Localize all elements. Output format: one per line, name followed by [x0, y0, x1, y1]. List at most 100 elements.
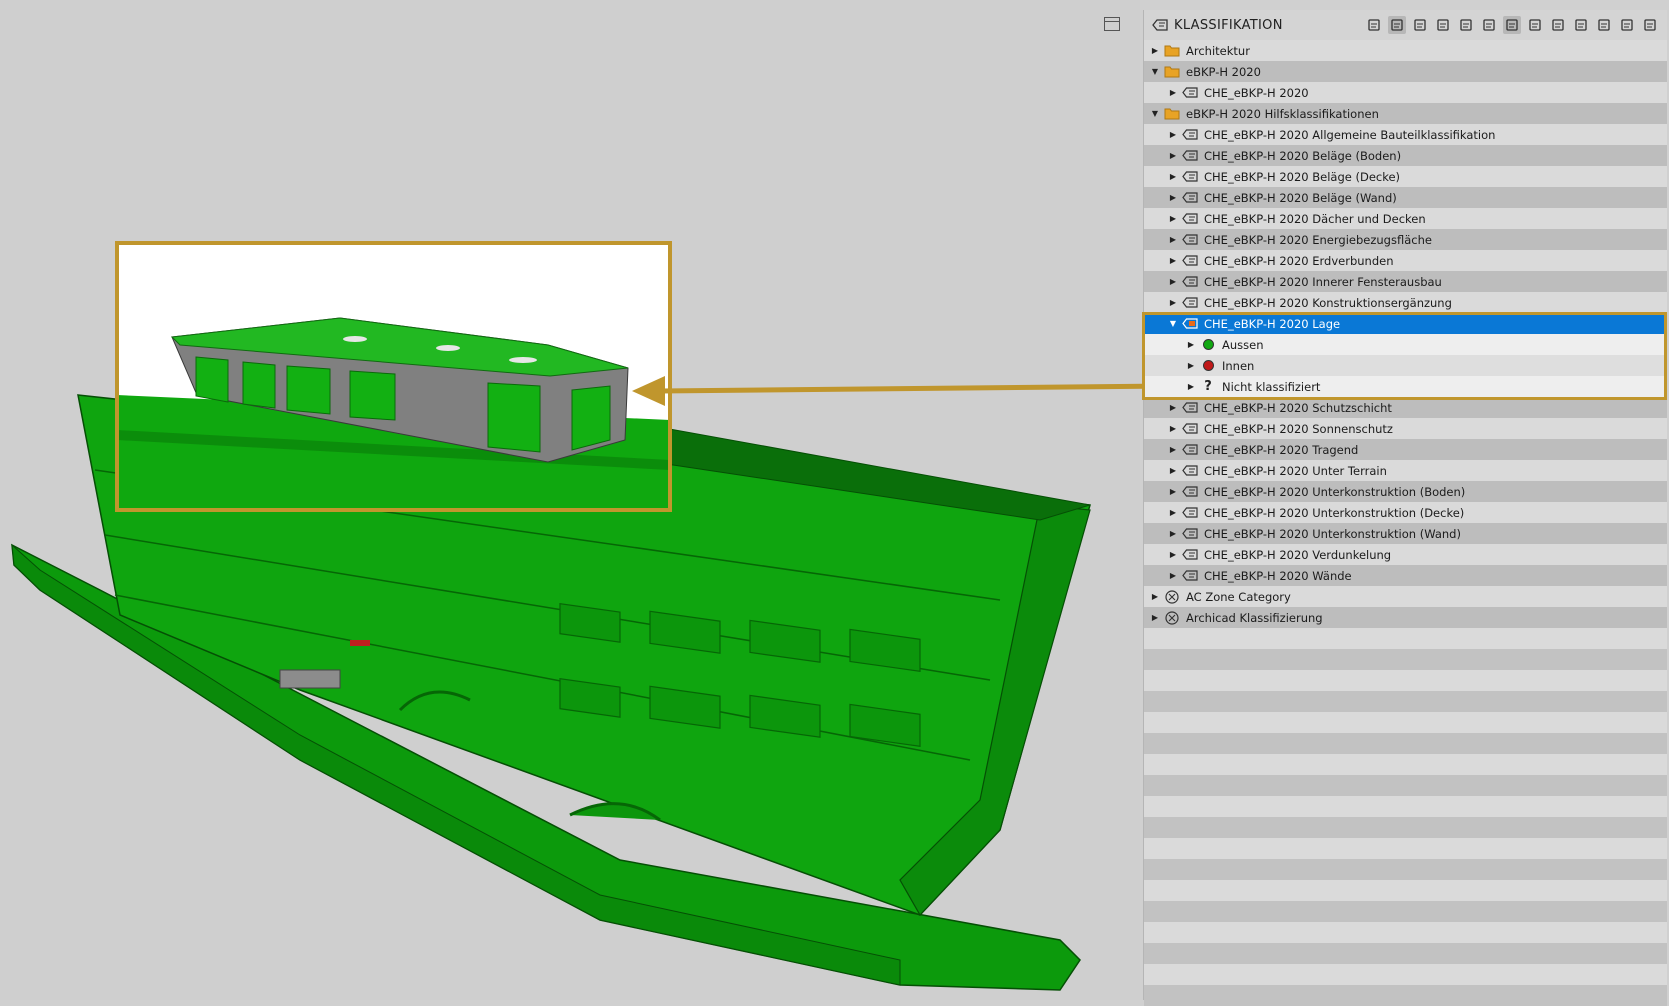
- expand-caret-icon[interactable]: ▶: [1168, 277, 1178, 286]
- classification-icon: [1182, 233, 1198, 247]
- tree-item[interactable]: ▶ CHE_eBKP-H 2020 Schutzschicht: [1144, 397, 1667, 418]
- tree-item[interactable]: ▶ CHE_eBKP-H 2020 Beläge (Decke): [1144, 166, 1667, 187]
- panel-header: KLASSIFIKATION: [1144, 10, 1667, 40]
- hierarchy-icon[interactable]: [1365, 16, 1383, 34]
- tree-item[interactable]: ▶ CHE_eBKP-H 2020 Unterkonstruktion (Wand…: [1144, 523, 1667, 544]
- view-toggle-icon[interactable]: [1104, 17, 1120, 31]
- tree-item[interactable]: ▶ CHE_eBKP-H 2020 Energiebezugsfläche: [1144, 229, 1667, 250]
- expand-caret-icon[interactable]: ▶: [1168, 214, 1178, 223]
- classification-icon: [1182, 422, 1198, 436]
- tree-item[interactable]: ▶ CHE_eBKP-H 2020 Konstruktionsergänzung: [1144, 292, 1667, 313]
- tree-item[interactable]: ▶? Nicht klassifiziert: [1144, 376, 1667, 397]
- collapse-caret-icon[interactable]: ▼: [1150, 109, 1160, 118]
- expand-caret-icon[interactable]: ▶: [1168, 571, 1178, 580]
- collapse-caret-icon[interactable]: ▼: [1150, 67, 1160, 76]
- collapse-caret-icon[interactable]: ▼: [1168, 319, 1178, 328]
- tree-item-label: CHE_eBKP-H 2020 Lage: [1204, 316, 1341, 331]
- 3d-viewport[interactable]: [0, 0, 1140, 1000]
- expand-caret-icon[interactable]: ▶: [1168, 298, 1178, 307]
- tree-item[interactable]: ▶ CHE_eBKP-H 2020 Erdverbunden: [1144, 250, 1667, 271]
- open-folder-icon[interactable]: [1457, 16, 1475, 34]
- classification-icon: [1182, 506, 1198, 520]
- expand-caret-icon[interactable]: ▶: [1168, 487, 1178, 496]
- tree-item[interactable]: ▶ CHE_eBKP-H 2020 Sonnenschutz: [1144, 418, 1667, 439]
- classification-tree: ▶ Architektur ▼ eBKP-H 2020 ▶ CHE_eBKP-H 2020…: [1144, 40, 1667, 1006]
- classification-icon: [1182, 296, 1198, 310]
- tree-item-label: Aussen: [1222, 337, 1264, 352]
- expand-caret-icon[interactable]: ▶: [1150, 46, 1160, 55]
- expand-caret-icon[interactable]: ▶: [1168, 466, 1178, 475]
- tree-item[interactable]: ▶ CHE_eBKP-H 2020 Beläge (Wand): [1144, 187, 1667, 208]
- empty-row: [1144, 943, 1667, 964]
- tree-item-label: Archicad Klassifizierung: [1186, 610, 1323, 625]
- expand-caret-icon[interactable]: ▶: [1168, 193, 1178, 202]
- empty-row: [1144, 628, 1667, 649]
- edit-icon[interactable]: [1549, 16, 1567, 34]
- classification-icon: [1182, 443, 1198, 457]
- tree-item-label: CHE_eBKP-H 2020 Dächer und Decken: [1204, 211, 1426, 226]
- tree-item[interactable]: ▶ Archicad Klassifizierung: [1144, 607, 1667, 628]
- empty-row: [1144, 859, 1667, 880]
- tree-item[interactable]: ▶ CHE_eBKP-H 2020 Unter Terrain: [1144, 460, 1667, 481]
- tree-item[interactable]: ▶ CHE_eBKP-H 2020 Tragend: [1144, 439, 1667, 460]
- expand-caret-icon[interactable]: ▶: [1186, 340, 1196, 349]
- classification-tag-icon: [1152, 16, 1168, 35]
- window-icon[interactable]: [1641, 16, 1659, 34]
- empty-row: [1144, 754, 1667, 775]
- expand-caret-icon[interactable]: ▶: [1168, 235, 1178, 244]
- tree-item[interactable]: ▶ CHE_eBKP-H 2020 Wände: [1144, 565, 1667, 586]
- tree-item[interactable]: ▶ CHE_eBKP-H 2020 Allgemeine Bauteilklass…: [1144, 124, 1667, 145]
- tree-item[interactable]: ▶ CHE_eBKP-H 2020 Unterkonstruktion (Bode…: [1144, 481, 1667, 502]
- tree-item-label: Nicht klassifiziert: [1222, 379, 1321, 394]
- tree-item-label: AC Zone Category: [1186, 589, 1291, 604]
- tree-item[interactable]: ▶ CHE_eBKP-H 2020 Beläge (Boden): [1144, 145, 1667, 166]
- expand-caret-icon[interactable]: ▶: [1150, 613, 1160, 622]
- building-model: [11, 243, 1091, 991]
- tree-item-label: CHE_eBKP-H 2020 Sonnenschutz: [1204, 421, 1393, 436]
- tree-item[interactable]: ▼ eBKP-H 2020: [1144, 61, 1667, 82]
- expand-caret-icon[interactable]: ▶: [1186, 382, 1196, 391]
- empty-row: [1144, 670, 1667, 691]
- tree-item[interactable]: ▶ CHE_eBKP-H 2020 Verdunkelung: [1144, 544, 1667, 565]
- tree-item[interactable]: ▼ eBKP-H 2020 Hilfsklassifikationen: [1144, 103, 1667, 124]
- tree-item[interactable]: ▶ CHE_eBKP-H 2020 Dächer und Decken: [1144, 208, 1667, 229]
- new-document-icon[interactable]: [1411, 16, 1429, 34]
- tree-item[interactable]: ▶ Architektur: [1144, 40, 1667, 61]
- empty-row: [1144, 649, 1667, 670]
- export-icon[interactable]: [1595, 16, 1613, 34]
- settings-icon[interactable]: [1526, 16, 1544, 34]
- visibility-icon[interactable]: [1503, 16, 1521, 34]
- tree-item-label: CHE_eBKP-H 2020 Wände: [1204, 568, 1352, 583]
- classification-icon: [1182, 191, 1198, 205]
- empty-row: [1144, 817, 1667, 838]
- question-icon: ?: [1204, 379, 1212, 394]
- expand-caret-icon[interactable]: ▶: [1186, 361, 1196, 370]
- tree-item[interactable]: ▼ CHE_eBKP-H 2020 Lage: [1144, 313, 1667, 334]
- expand-caret-icon[interactable]: ▶: [1168, 550, 1178, 559]
- library-icon[interactable]: [1618, 16, 1636, 34]
- import-icon[interactable]: [1572, 16, 1590, 34]
- expand-caret-icon[interactable]: ▶: [1168, 529, 1178, 538]
- expand-caret-icon[interactable]: ▶: [1168, 130, 1178, 139]
- tree-item[interactable]: ▶ CHE_eBKP-H 2020 Unterkonstruktion (Deck…: [1144, 502, 1667, 523]
- expand-caret-icon[interactable]: ▶: [1150, 592, 1160, 601]
- expand-caret-icon[interactable]: ▶: [1168, 256, 1178, 265]
- empty-row: [1144, 712, 1667, 733]
- expand-caret-icon[interactable]: ▶: [1168, 424, 1178, 433]
- expand-caret-icon[interactable]: ▶: [1168, 445, 1178, 454]
- new-item-icon[interactable]: [1434, 16, 1452, 34]
- tree-icon[interactable]: [1388, 16, 1406, 34]
- empty-row: [1144, 691, 1667, 712]
- tree-item[interactable]: ▶ CHE_eBKP-H 2020 Innerer Fensterausbau: [1144, 271, 1667, 292]
- expand-caret-icon[interactable]: ▶: [1168, 172, 1178, 181]
- expand-caret-icon[interactable]: ▶: [1168, 403, 1178, 412]
- tree-item[interactable]: ▶ Aussen: [1144, 334, 1667, 355]
- tree-item[interactable]: ▶ CHE_eBKP-H 2020: [1144, 82, 1667, 103]
- tree-item[interactable]: ▶ AC Zone Category: [1144, 586, 1667, 607]
- expand-caret-icon[interactable]: ▶: [1168, 508, 1178, 517]
- tree-item[interactable]: ▶ Innen: [1144, 355, 1667, 376]
- panel-title: KLASSIFIKATION: [1174, 17, 1283, 33]
- expand-caret-icon[interactable]: ▶: [1168, 151, 1178, 160]
- expand-caret-icon[interactable]: ▶: [1168, 88, 1178, 97]
- delete-icon[interactable]: [1480, 16, 1498, 34]
